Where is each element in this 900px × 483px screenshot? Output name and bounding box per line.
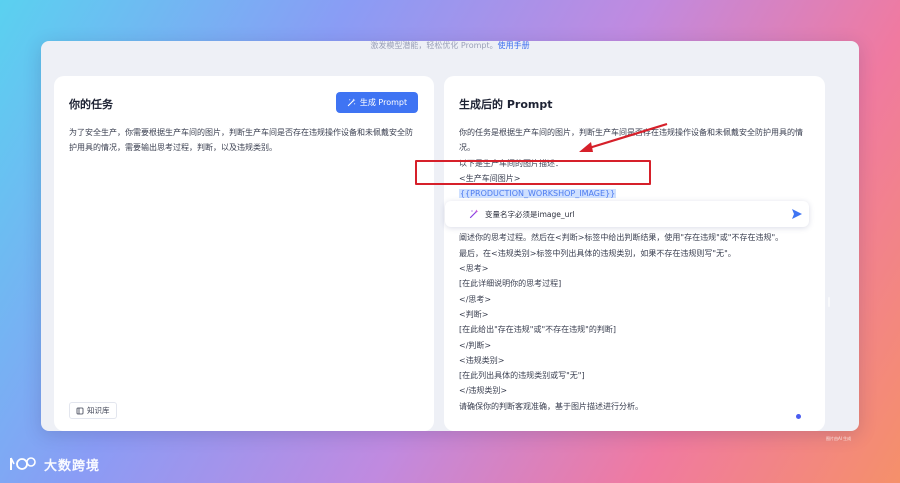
task-panel-title: 你的任务 (69, 98, 113, 111)
prompt-line: </判断> (459, 340, 492, 350)
annotation-red-box (415, 160, 651, 185)
ai-footnote: 图片由AI 生成 (826, 436, 852, 441)
inline-edit-box (445, 201, 809, 227)
result-panel-title: 生成后的 Prompt (459, 98, 553, 111)
prompt-line: [在此给出"存在违规"或"不存在违规"的判断] (459, 325, 616, 335)
knowledge-base-label: 知识库 (87, 406, 110, 415)
prompt-line: 阐述你的思考过程。然后在<判断>标签中给出判断结果，使用"存在违规"或"不存在违… (459, 233, 784, 243)
watermark: 大数跨境 (8, 454, 100, 474)
prompt-variable-line: {{PRODUCTION_WORKSHOP_IMAGE}} (459, 186, 814, 201)
task-panel: 你的任务 生成 Prompt 为了安全生产，你需要根据生产车间的图片，判断生产车… (54, 76, 434, 431)
watermark-text: 大数跨境 (44, 458, 101, 474)
magic-wand-icon (347, 98, 356, 107)
top-hint: 激发模型潜能，轻松优化 Prompt。使用手册 (41, 41, 859, 51)
send-icon[interactable] (791, 208, 803, 220)
prompt-line: [在此详细说明你的思考过程] (459, 279, 562, 289)
prompt-line: <思考> (459, 264, 489, 274)
annotation-arrow-icon (579, 122, 668, 152)
app-window: 激发模型潜能，轻松优化 Prompt。使用手册 你的任务 生成 Prompt 为… (41, 41, 859, 431)
book-icon (76, 407, 84, 414)
logo-icon (10, 457, 36, 470)
status-dot (796, 414, 801, 419)
generate-prompt-button[interactable]: 生成 Prompt (336, 92, 418, 113)
manual-link[interactable]: 使用手册 (498, 41, 530, 50)
prompt-line: <判断> (459, 309, 489, 319)
prompt-line: 最后，在<违规类别>标签中列出具体的违规类别，如果不存在违规则写"无"。 (459, 248, 736, 258)
prompt-line: </思考> (459, 294, 492, 304)
prompt-variable[interactable]: {{PRODUCTION_WORKSHOP_IMAGE}} (459, 189, 617, 199)
edit-instruction-input[interactable] (485, 209, 765, 219)
prompt-line: 请确保你的判断客观准确，基于图片描述进行分析。 (459, 401, 643, 411)
prompt-line: <违规类别> (459, 355, 505, 365)
prompt-line: [在此列出具体的违规类别或写"无"] (459, 371, 585, 381)
scrollbar[interactable] (828, 297, 830, 307)
prompt-line: </违规类别> (459, 386, 508, 396)
task-description[interactable]: 为了安全生产，你需要根据生产车间的图片，判断生产车间是否存在违规操作设备和未佩戴… (69, 125, 419, 155)
magic-wand-icon (469, 209, 479, 219)
generate-button-label: 生成 Prompt (359, 98, 408, 107)
knowledge-base-button[interactable]: 知识库 (69, 402, 117, 419)
hint-text: 激发模型潜能，轻松优化 Prompt。 (370, 41, 498, 50)
